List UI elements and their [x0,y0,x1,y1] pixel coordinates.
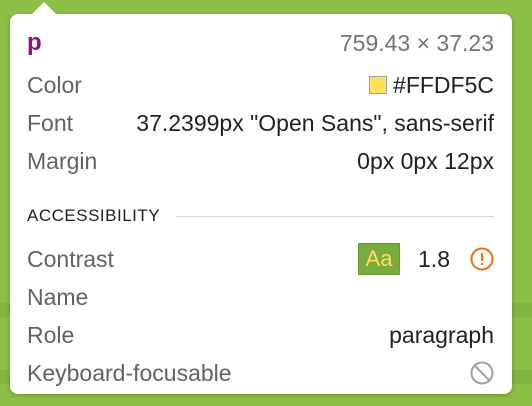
color-swatch [369,75,388,94]
color-label: Color [27,71,82,98]
warning-circle-icon [470,247,494,271]
element-header: p 759.43 × 37.23 [27,27,494,59]
contrast-value: Aa 1.8 [358,243,494,275]
element-tag: p [27,29,42,56]
contrast-sample-badge: Aa [358,243,401,275]
name-row: Name [27,281,494,313]
inspect-tooltip: p 759.43 × 37.23 Color #FFDF5C Font 37.2… [10,2,512,394]
section-divider [176,215,494,217]
tooltip-arrow [32,2,56,14]
keyboard-focusable-row: Keyboard-focusable [27,357,494,389]
role-label: Role [27,321,75,348]
accessibility-section-header: ACCESSIBILITY [27,204,494,228]
color-value: #FFDF5C [369,72,494,99]
not-allowed-icon [470,361,494,385]
margin-label: Margin [27,147,98,174]
font-row: Font 37.2399px "Open Sans", sans-serif [27,107,494,139]
keyboard-focusable-label: Keyboard-focusable [27,359,232,386]
contrast-label: Contrast [27,245,114,272]
font-label: Font [27,109,74,136]
element-dimensions: 759.43 × 37.23 [339,29,494,56]
font-value: 37.2399px "Open Sans", sans-serif [136,109,494,136]
contrast-row: Contrast Aa 1.8 [27,243,494,275]
role-value: paragraph [389,321,494,348]
accessibility-title: ACCESSIBILITY [27,206,161,225]
role-row: Role paragraph [27,319,494,351]
contrast-ratio: 1.8 [418,245,450,272]
name-label: Name [27,283,89,310]
margin-row: Margin 0px 0px 12px [27,145,494,177]
margin-value: 0px 0px 12px [357,147,494,174]
color-hex: #FFDF5C [393,71,494,98]
color-row: Color #FFDF5C [27,69,494,101]
